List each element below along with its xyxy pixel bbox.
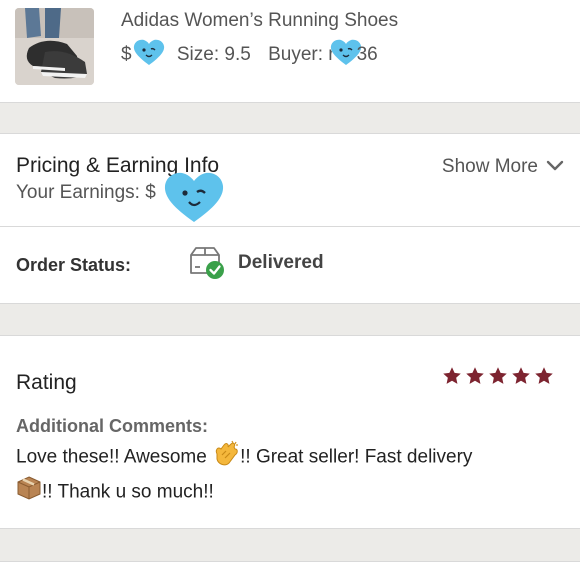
buyer-suffix: 36 bbox=[356, 44, 378, 66]
order-status-section: Order Status: Delivered bbox=[0, 227, 580, 303]
package-delivered-icon bbox=[188, 245, 228, 286]
show-more-button[interactable]: Show More bbox=[442, 156, 564, 178]
order-status-label: Order Status: bbox=[16, 255, 132, 275]
star-icon bbox=[466, 367, 484, 384]
star-icon bbox=[443, 367, 461, 384]
star-icon bbox=[489, 367, 507, 384]
heart-sticker-icon bbox=[163, 171, 225, 228]
heart-sticker-icon bbox=[132, 38, 166, 72]
earnings-label: Your Earnings: $ bbox=[16, 182, 156, 203]
order-status-value: Delivered bbox=[238, 252, 324, 273]
star-icon bbox=[512, 367, 530, 384]
divider bbox=[0, 528, 580, 529]
rating-title: Rating bbox=[16, 371, 77, 394]
price-prefix: $ bbox=[121, 44, 132, 66]
rating-section: Rating Additional Comments: Love these!!… bbox=[0, 336, 580, 528]
comment-part: !! Thank u so much!! bbox=[42, 481, 214, 503]
comments-label: Additional Comments: bbox=[16, 416, 208, 436]
package-icon bbox=[16, 475, 42, 510]
product-title[interactable]: Adidas Women’s Running Shoes bbox=[121, 10, 398, 32]
buyer-prefix[interactable]: Buyer: r bbox=[268, 44, 335, 66]
order-summary[interactable]: Adidas Women’s Running Shoes $ Size: 9.5… bbox=[0, 0, 580, 102]
comment-text: Love these!! Awesome !! Great seller! Fa… bbox=[16, 440, 556, 510]
divider bbox=[0, 303, 580, 304]
star-rating bbox=[442, 366, 554, 386]
clapping-hands-icon bbox=[212, 440, 240, 475]
show-more-label: Show More bbox=[441, 156, 538, 177]
star-icon bbox=[535, 367, 553, 384]
size-text: Size: 9.5 bbox=[176, 44, 251, 66]
product-meta: $ Size: 9.5 Buyer: r 36 bbox=[121, 38, 378, 72]
comment-part: Love these!! Awesome bbox=[16, 446, 213, 468]
chevron-down-icon bbox=[546, 156, 564, 178]
divider bbox=[0, 102, 580, 103]
pricing-section: Pricing & Earning Info Your Earnings: $ … bbox=[0, 134, 580, 226]
next-section bbox=[0, 562, 580, 580]
comment-part: !! Great seller! Fast delivery bbox=[240, 446, 473, 468]
product-thumbnail[interactable] bbox=[15, 8, 94, 85]
